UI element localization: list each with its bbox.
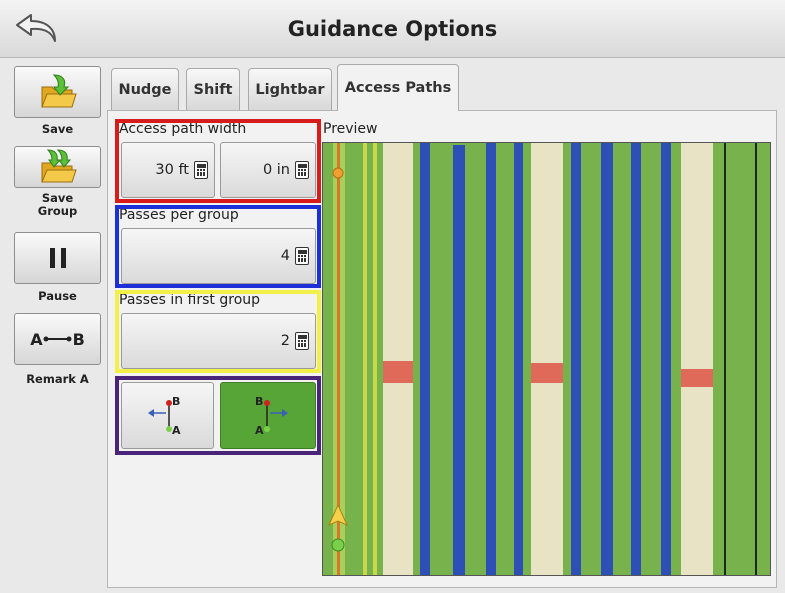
calculator-icon [295,247,309,265]
pass-edge-line [373,143,377,575]
access-path-strip [531,143,563,575]
tab-nudge[interactable]: Nudge [111,68,179,110]
guide-line [453,145,465,575]
ab-line-icon: A B [30,330,85,349]
path-marker [681,369,713,387]
direction-left-button[interactable]: B A [121,382,214,449]
title-bar: Guidance Options [0,0,785,58]
direction-right-b-text: B [255,395,263,408]
direction-right-button[interactable]: B A [220,382,316,449]
preview-map [322,142,771,576]
passes-first-group-label: Passes in first group [119,292,261,308]
ab-direction-right-icon: B A [255,395,288,437]
access-path-strip [681,143,713,575]
access-path-width-in-button[interactable]: 0 in [220,142,316,198]
passes-per-group-label: Passes per group [119,207,239,223]
ab-direction-left-icon: B A [147,395,181,437]
calculator-icon [295,332,309,350]
direction-right-a-text: A [255,424,264,437]
passes-first-group-value: 2 [280,333,290,349]
guide-line [631,143,641,575]
ab-icon-a: A [30,329,43,349]
access-path-strip [383,143,413,575]
page-title: Guidance Options [287,17,498,41]
access-path-width-ft-button[interactable]: 30 ft [121,142,215,198]
pause-icon [49,248,66,268]
guide-line [486,143,496,575]
guide-line [601,143,613,575]
pause-button[interactable] [14,232,101,284]
save-label: Save [41,122,74,136]
width-ft-value: 30 ft [155,162,189,178]
guide-line [661,143,671,575]
pass-edge-line [363,143,367,575]
save-folder-icon [40,74,77,108]
direction-left-a-text: A [172,424,181,437]
calculator-icon [194,161,208,179]
guide-line [514,143,523,575]
path-marker [383,361,413,383]
preview-field-svg [323,143,770,575]
tab-access-paths[interactable]: Access Paths [337,64,459,111]
remark-a-label: Remark A [26,372,89,386]
guide-line [420,143,430,575]
remark-a-button[interactable]: A B [14,313,101,365]
vehicle-position-dot [331,538,345,552]
save-group-folder-icon [40,149,77,183]
calculator-icon [295,161,309,179]
passes-per-group-button[interactable]: 4 [121,228,316,284]
guide-line [571,143,581,575]
line-point-a [332,167,344,179]
width-in-value: 0 in [262,162,290,178]
save-button[interactable] [14,66,101,118]
passes-per-group-value: 4 [280,248,290,264]
save-group-label: Save Group [37,191,78,218]
tab-lightbar[interactable]: Lightbar [248,68,332,110]
path-marker [531,363,563,383]
save-group-button[interactable] [14,146,101,188]
preview-label: Preview [323,121,378,137]
direction-left-b-text: B [172,395,180,408]
pause-label: Pause [38,289,77,303]
passes-first-group-button[interactable]: 2 [121,313,316,369]
tab-shift[interactable]: Shift [186,68,240,110]
ab-icon-b: B [72,329,85,349]
access-path-width-label: Access path width [119,121,247,137]
